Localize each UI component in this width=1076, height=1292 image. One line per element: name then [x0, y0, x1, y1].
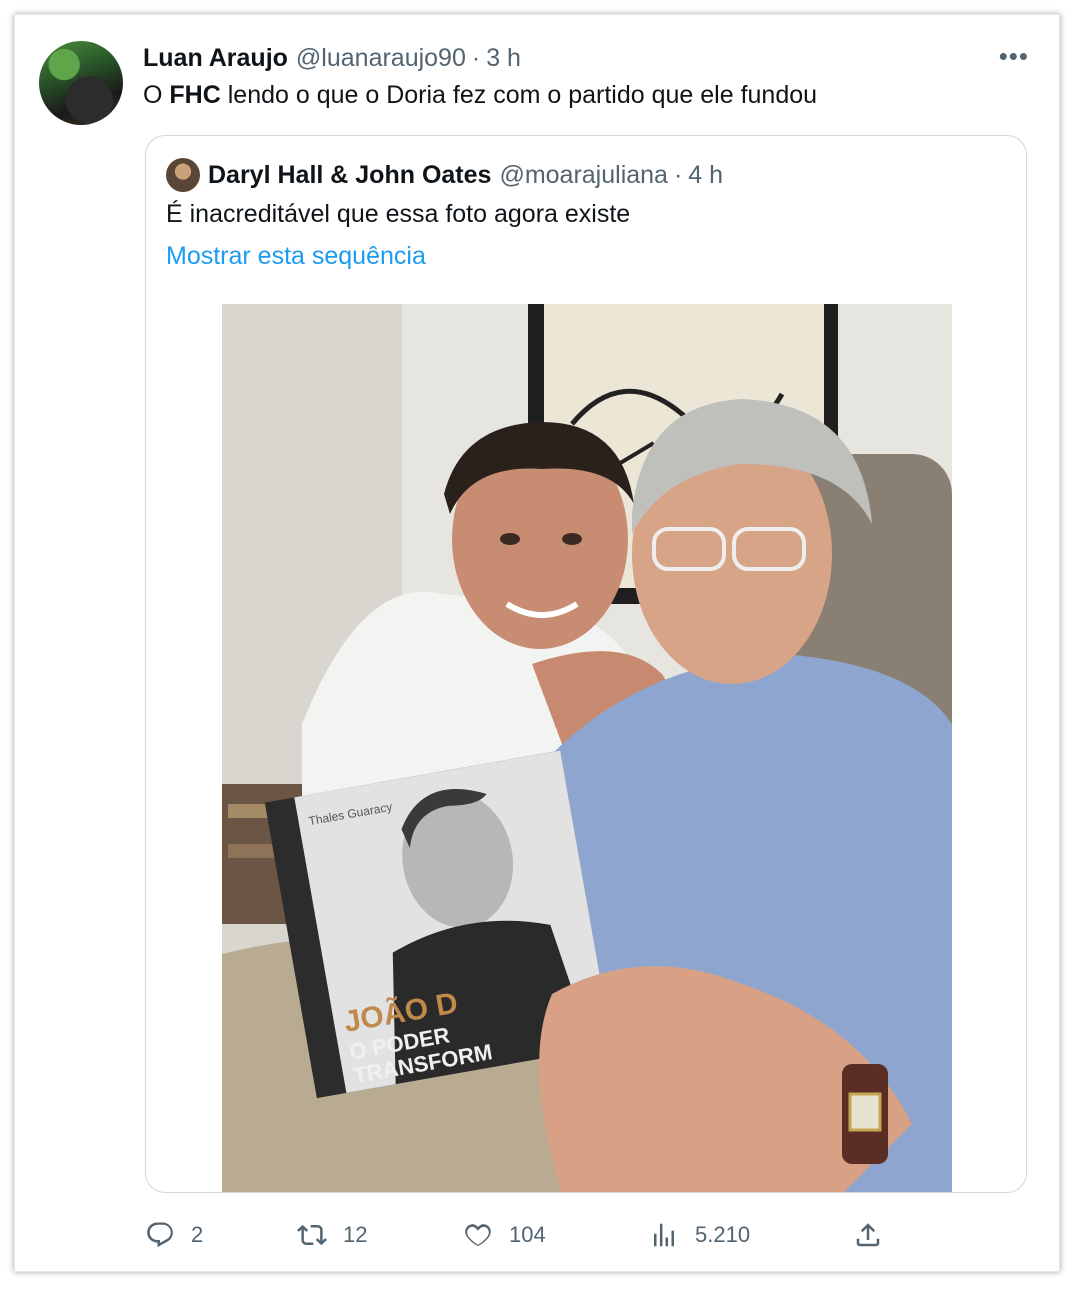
retweet-action[interactable]: 12: [297, 1215, 367, 1255]
quoted-separator-dot: ·: [673, 160, 683, 189]
more-options-icon[interactable]: •••: [999, 41, 1029, 71]
tweet-actions: 2 12 104 5.210: [145, 1215, 905, 1255]
tweet-time[interactable]: 3 h: [486, 44, 521, 73]
author-avatar[interactable]: [39, 41, 123, 125]
like-count: 104: [509, 1222, 546, 1247]
share-action[interactable]: [853, 1215, 883, 1255]
quoted-tweet[interactable]: Daryl Hall & John Oates @moarajuliana · …: [145, 135, 1027, 1193]
quoted-header: Daryl Hall & John Oates @moarajuliana · …: [166, 158, 723, 192]
quoted-text: É inacreditável que essa foto agora exis…: [166, 200, 631, 228]
author-name[interactable]: Luan Araujo: [143, 44, 288, 73]
tweet-text-prefix: O: [143, 81, 170, 109]
tweet-text-bold: FHC: [169, 81, 221, 109]
views-chart-icon: [654, 1223, 674, 1247]
quoted-author-handle[interactable]: @moarajuliana: [499, 161, 668, 190]
retweet-icon: [297, 1224, 327, 1246]
quoted-avatar[interactable]: [166, 158, 200, 192]
share-icon: [856, 1223, 880, 1247]
tweet-text-suffix: lendo o que o Doria fez com o partido qu…: [220, 81, 818, 109]
author-handle[interactable]: @luanaraujo90: [296, 44, 466, 73]
heart-icon: [465, 1224, 491, 1247]
quoted-author-name[interactable]: Daryl Hall & John Oates: [208, 161, 491, 190]
tweet-card[interactable]: Luan Araujo @luanaraujo90 · 3 h ••• O FH…: [14, 14, 1060, 1272]
like-action[interactable]: 104: [463, 1215, 546, 1255]
reply-count: 2: [191, 1222, 204, 1247]
reply-action[interactable]: 2: [145, 1215, 203, 1255]
tweet-text: O FHC lendo o que o Doria fez com o part…: [143, 81, 817, 110]
quoted-time[interactable]: 4 h: [688, 161, 723, 190]
show-thread-link[interactable]: Mostrar esta sequência: [166, 242, 426, 271]
separator-dot: ·: [471, 43, 481, 72]
views-action[interactable]: 5.210: [649, 1215, 750, 1255]
photo-illustration: Thales Guaracy JOÃO D O PODER TRANSFORM: [222, 304, 952, 1192]
views-count: 5.210: [695, 1222, 751, 1247]
quoted-photo[interactable]: Thales Guaracy JOÃO D O PODER TRANSFORM: [222, 304, 952, 1192]
retweet-count: 12: [343, 1222, 368, 1247]
tweet-header: Luan Araujo @luanaraujo90 · 3 h •••: [143, 41, 1037, 75]
reply-icon: [147, 1222, 173, 1248]
